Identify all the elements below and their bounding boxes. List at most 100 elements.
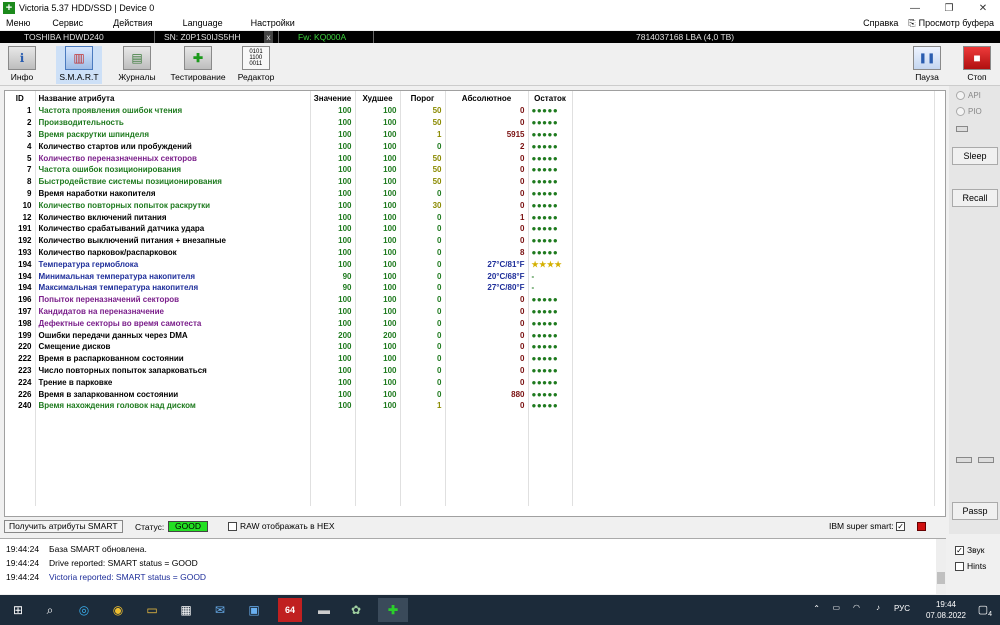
close-device-button[interactable]: x: [264, 31, 273, 43]
ibm-smart-checkbox[interactable]: IBM super smart: ✓: [829, 521, 908, 532]
victoria-icon[interactable]: ✚: [378, 598, 408, 622]
toolbar: ℹ Инфо ▥ S.M.A.R.T ▤ Журналы ✚ Тестирова…: [0, 44, 1000, 86]
tray-chevron-icon[interactable]: ⌃: [813, 604, 820, 613]
empty-cell: [572, 482, 935, 495]
cell-raw: 0: [445, 152, 529, 164]
edge-icon[interactable]: ◎: [72, 598, 96, 622]
table-row[interactable]: 199 Ошибки передачи данных через DMA 200 20…: [5, 329, 935, 341]
table-row[interactable]: 193 Количество парковок/распарковок 100 100…: [5, 246, 935, 259]
hints-checkbox[interactable]: Hints: [955, 561, 986, 571]
recall-button[interactable]: Recall: [952, 189, 998, 207]
cell-value: 90: [310, 270, 356, 282]
menu-main[interactable]: Меню: [0, 18, 38, 28]
table-row[interactable]: 198 Дефектные секторы во время самотеста 1…: [5, 317, 935, 330]
table-row[interactable]: 12 Количество включений питания 100 100 0 1 ●●…: [5, 211, 935, 223]
menu-actions[interactable]: Действия: [107, 18, 160, 28]
col-name[interactable]: Название атрибута: [35, 91, 311, 105]
sleep-button[interactable]: Sleep: [952, 147, 998, 165]
info-button[interactable]: ℹ Инфо: [6, 46, 38, 82]
stop-button[interactable]: ■ Стоп: [962, 46, 992, 82]
pause-button[interactable]: ❚❚ Пауза: [912, 46, 942, 82]
col-remaining[interactable]: Остаток: [528, 91, 573, 105]
table-row[interactable]: 9 Время наработки накопителя 100 100 0 0 ●●●●●: [5, 187, 935, 200]
table-row[interactable]: 197 Кандидатов на переназначение 100 100 0 0 ●…: [5, 305, 935, 318]
menu-service[interactable]: Сервис: [46, 18, 91, 28]
cell-filler: [572, 399, 935, 412]
table-row[interactable]: 194 Минимальная температура накопителя 90 1…: [5, 270, 935, 282]
cell-raw: 0: [445, 399, 529, 412]
table-row[interactable]: 5 Количество переназначенных секторов 100 1…: [5, 152, 935, 164]
empty-cell: [355, 447, 401, 459]
table-row[interactable]: 191 Количество срабатываний датчика удара…: [5, 222, 935, 235]
remote-desktop-icon[interactable]: ▣: [242, 598, 266, 622]
language-indicator[interactable]: РУС: [894, 604, 910, 613]
volume-icon[interactable]: ♪: [876, 603, 880, 612]
table-row[interactable]: 223 Число повторных попыток запарковаться…: [5, 364, 935, 377]
cell-name: Количество стартов или пробуждений: [35, 140, 311, 153]
passp-button[interactable]: Passp: [952, 502, 998, 520]
scroll-thumb[interactable]: [937, 572, 945, 584]
table-row[interactable]: 194 Максимальная температура накопителя 90…: [5, 281, 935, 294]
table-row[interactable]: 4 Количество стартов или пробуждений 100 10…: [5, 140, 935, 153]
table-row[interactable]: 2 Производительность 100 100 50 0 ●●●●●: [5, 116, 935, 129]
table-row[interactable]: 220 Смещение дисков 100 100 0 0 ●●●●●: [5, 340, 935, 353]
col-id[interactable]: ID: [5, 91, 36, 105]
chrome-icon[interactable]: ◉: [106, 598, 130, 622]
cell-value: 100: [310, 222, 356, 235]
col-worst[interactable]: Худшее: [355, 91, 401, 105]
menu-settings[interactable]: Настройки: [245, 18, 303, 28]
raw-hex-checkbox[interactable]: RAW отображать в HEX: [228, 521, 335, 532]
table-row[interactable]: 240 Время нахождения головок над диском 10…: [5, 399, 935, 412]
table-row[interactable]: 194 Температура гермоблока 100 100 0 27°C/81°…: [5, 258, 935, 271]
log-scrollbar[interactable]: [936, 539, 946, 595]
store-icon[interactable]: ▦: [174, 598, 198, 622]
app-icon[interactable]: ✿: [344, 598, 368, 622]
table-row[interactable]: 226 Время в запаркованном состоянии 100 100…: [5, 388, 935, 400]
cell-remaining: ●●●●●: [528, 187, 573, 200]
menu-help[interactable]: Справка: [853, 18, 908, 28]
mail-icon[interactable]: ✉: [208, 598, 232, 622]
pio-radio[interactable]: PIO: [956, 107, 982, 116]
log-text: База SMART обновлена.: [49, 544, 147, 554]
cell-threshold: 0: [400, 211, 446, 223]
menu-clipboard[interactable]: Просмотр буфера: [916, 18, 1000, 28]
drive-icon[interactable]: ▬: [312, 598, 336, 622]
table-row[interactable]: 222 Время в распаркованном состоянии 100 10…: [5, 352, 935, 365]
menu-language[interactable]: Language: [177, 18, 231, 28]
clock[interactable]: 19:44 07.08.2022: [926, 599, 966, 621]
table-row[interactable]: 7 Частота ошибок позиционирования 100 100 50…: [5, 163, 935, 176]
col-value[interactable]: Значение: [310, 91, 356, 105]
network-icon[interactable]: ▭: [832, 603, 840, 612]
editor-button[interactable]: 0101 1100 0011 Редактор: [236, 46, 276, 82]
api-label: API: [968, 91, 981, 100]
table-row[interactable]: 196 Попыток переназначений секторов 100 100…: [5, 293, 935, 306]
table-row[interactable]: 10 Количество повторных попыток раскрутки…: [5, 199, 935, 212]
close-icon[interactable]: ✕: [966, 0, 1000, 16]
table-row[interactable]: 224 Трение в парковке 100 100 0 0 ●●●●●: [5, 376, 935, 389]
test-button[interactable]: ✚ Тестирование: [169, 46, 227, 82]
col-threshold[interactable]: Порог: [400, 91, 446, 105]
aida64-icon[interactable]: 64: [278, 598, 302, 622]
search-icon[interactable]: ⌕: [38, 598, 62, 622]
table-row[interactable]: 3 Время раскрутки шпинделя 100 100 1 5915 ●●●●…: [5, 128, 935, 141]
cell-id: 193: [5, 246, 36, 259]
sound-checkbox[interactable]: ✓ Звук: [955, 545, 984, 555]
api-radio[interactable]: API: [956, 91, 981, 100]
col-raw[interactable]: Абсолютное: [445, 91, 529, 105]
minimize-icon[interactable]: —: [898, 0, 932, 16]
table-row[interactable]: 8 Быстродействие системы позиционирования…: [5, 175, 935, 188]
cell-name: Температура гермоблока: [35, 258, 311, 271]
table-row[interactable]: 1 Частота проявления ошибок чтения 100 100 5…: [5, 105, 935, 117]
cell-raw: 0: [445, 364, 529, 377]
cell-filler: [572, 187, 935, 200]
wifi-icon[interactable]: ◠: [853, 603, 860, 612]
get-smart-button[interactable]: Получить атрибуты SMART: [4, 520, 123, 533]
logs-button[interactable]: ▤ Журналы: [115, 46, 159, 82]
cell-filler: [572, 293, 935, 306]
notification-icon[interactable]: ▢4: [978, 603, 992, 618]
folder-icon[interactable]: ▭: [140, 598, 164, 622]
windows-start-icon[interactable]: ⊞: [6, 598, 30, 622]
smart-button[interactable]: ▥ S.M.A.R.T: [56, 46, 102, 84]
restore-icon[interactable]: ❐: [932, 0, 966, 16]
table-row[interactable]: 192 Количество выключений питания + внеза…: [5, 234, 935, 247]
